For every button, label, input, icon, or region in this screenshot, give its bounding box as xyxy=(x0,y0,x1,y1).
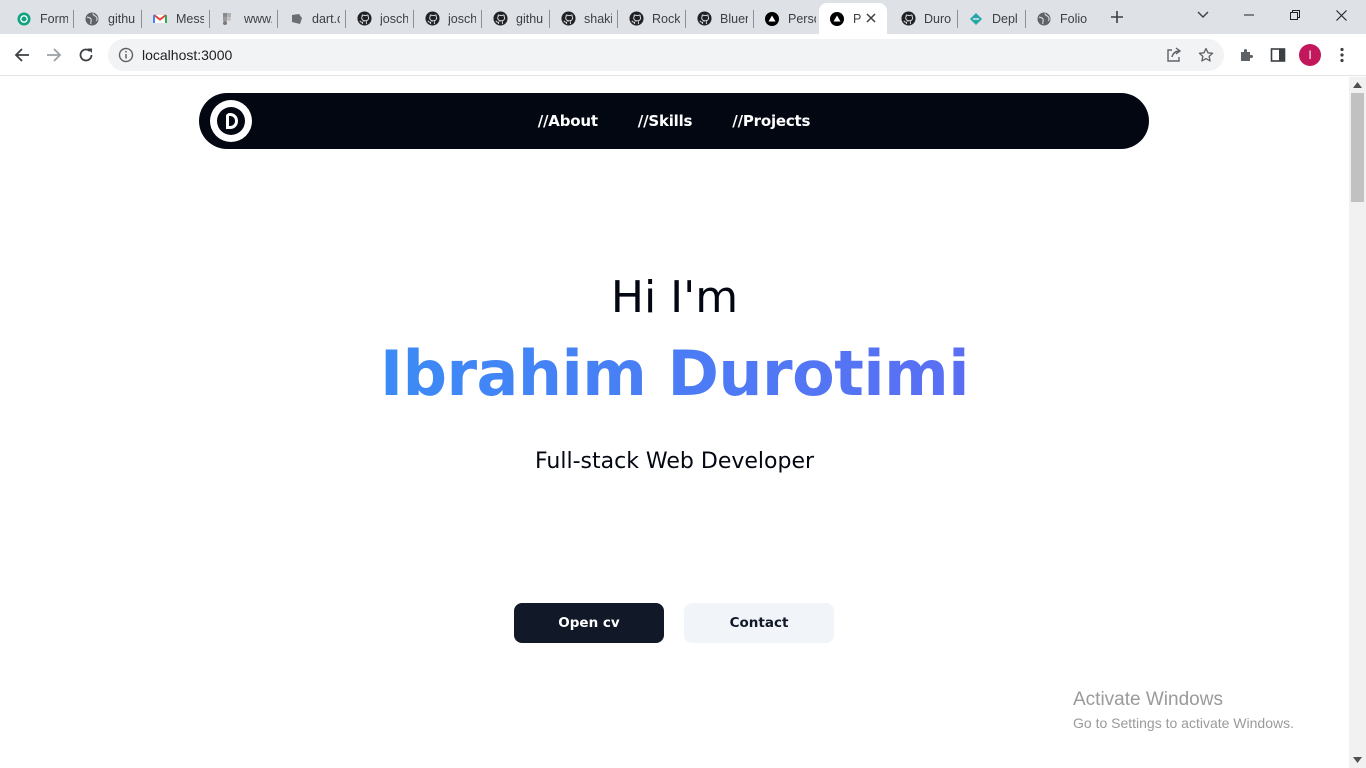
chevron-down-icon xyxy=(1197,11,1209,18)
openai-icon xyxy=(16,11,32,27)
browser-tab[interactable]: Rock xyxy=(618,3,680,34)
github-icon xyxy=(492,11,508,27)
hero-greeting: Hi I'm xyxy=(610,272,739,323)
tab-title: josch xyxy=(380,11,408,26)
side-panel-icon xyxy=(1270,48,1286,62)
tab-title: githu xyxy=(516,11,544,26)
browser-tab[interactable]: githu xyxy=(74,3,136,34)
address-text[interactable]: localhost:3000 xyxy=(142,47,232,63)
browser-tab[interactable]: www. xyxy=(210,3,272,34)
tab-close-icon[interactable] xyxy=(863,10,879,26)
figma-icon xyxy=(220,11,236,27)
page-viewport: //About //Skills //Projects Hi I'm Ibrah… xyxy=(0,77,1349,768)
tab-title: Rock xyxy=(652,11,680,26)
open-cv-button[interactable]: Open cv xyxy=(514,603,664,643)
netlify-icon xyxy=(968,11,984,27)
hero-name: Ibrahim Durotimi xyxy=(0,337,1349,410)
plus-icon xyxy=(1111,11,1123,23)
puzzle-icon xyxy=(1241,49,1253,61)
tab-title: githu xyxy=(108,11,136,26)
forward-button[interactable] xyxy=(40,41,68,69)
bookmark-star-icon[interactable] xyxy=(1196,45,1216,65)
tab-title: dart.c xyxy=(312,11,340,26)
tab-strip: Form githu Mess www. dart.c josch josch githu sh… xyxy=(0,0,1366,34)
scroll-down-arrow-icon[interactable] xyxy=(1353,756,1362,764)
browser-tab[interactable]: shaki xyxy=(550,3,612,34)
hero-name-text: Ibrahim Durotimi xyxy=(380,337,969,410)
browser-tab[interactable]: githu xyxy=(482,3,544,34)
arrow-right-icon xyxy=(47,48,62,62)
nav-link-skills[interactable]: //Skills xyxy=(638,112,693,130)
vercel-icon xyxy=(764,11,780,27)
tab-title: shaki xyxy=(584,11,612,26)
tab-title: josch xyxy=(448,11,476,26)
dart-icon xyxy=(288,11,304,27)
minimize-button[interactable] xyxy=(1226,0,1272,30)
browser-tab[interactable]: josch xyxy=(414,3,476,34)
close-window-button[interactable] xyxy=(1318,0,1364,30)
nav-link-projects[interactable]: //Projects xyxy=(732,112,810,130)
kebab-menu-icon xyxy=(1340,47,1344,63)
reload-icon xyxy=(79,48,93,62)
tab-title: www. xyxy=(244,11,272,26)
browser-tab[interactable]: Bluer xyxy=(686,3,748,34)
tab-title: Perso xyxy=(788,11,816,26)
page-scrollbar[interactable] xyxy=(1349,77,1366,768)
tab-title: Form xyxy=(40,11,68,26)
back-button[interactable] xyxy=(8,41,36,69)
globe-icon xyxy=(1036,11,1052,27)
site-info-icon[interactable] xyxy=(118,47,134,63)
browser-tab-active[interactable]: P xyxy=(819,3,887,34)
vercel-icon xyxy=(829,11,845,27)
tab-title: Mess xyxy=(176,11,204,26)
github-icon xyxy=(696,11,712,27)
side-panel-button[interactable] xyxy=(1264,41,1292,69)
browser-tab[interactable]: Perso xyxy=(754,3,816,34)
reload-button[interactable] xyxy=(72,41,100,69)
contact-button[interactable]: Contact xyxy=(684,603,834,643)
restore-icon xyxy=(1290,10,1300,20)
tab-title: Depl xyxy=(992,11,1018,26)
activation-title: Activate Windows xyxy=(1073,689,1223,710)
new-tab-button[interactable] xyxy=(1106,6,1128,28)
minimize-icon xyxy=(1244,14,1254,16)
browser-tab[interactable]: Folio xyxy=(1026,3,1088,34)
close-icon xyxy=(1335,9,1347,21)
browser-toolbar: localhost:3000 I xyxy=(0,34,1366,76)
github-icon xyxy=(900,11,916,27)
gmail-icon xyxy=(152,11,168,27)
share-icon[interactable] xyxy=(1164,45,1184,65)
globe-icon xyxy=(84,11,100,27)
browser-tab[interactable]: Mess xyxy=(142,3,204,34)
tab-search-button[interactable] xyxy=(1180,0,1226,30)
browser-tab[interactable]: josch xyxy=(346,3,408,34)
browser-tab[interactable]: dart.c xyxy=(278,3,340,34)
github-icon xyxy=(560,11,576,27)
browser-tab[interactable]: Depl xyxy=(958,3,1020,34)
menu-button[interactable] xyxy=(1328,41,1356,69)
extensions-button[interactable] xyxy=(1232,41,1260,69)
profile-avatar[interactable]: I xyxy=(1299,44,1321,66)
browser-tab[interactable]: Duro xyxy=(890,3,952,34)
restore-button[interactable] xyxy=(1272,0,1318,30)
github-icon xyxy=(424,11,440,27)
github-icon xyxy=(628,11,644,27)
github-icon xyxy=(356,11,372,27)
tab-title: Duro xyxy=(924,11,952,26)
windows-activation-watermark: Activate Windows Go to Settings to activ… xyxy=(1073,689,1294,733)
site-navbar: //About //Skills //Projects xyxy=(199,93,1149,149)
tab-title: Bluer xyxy=(720,11,748,26)
scrollbar-thumb[interactable] xyxy=(1351,93,1364,202)
browser-tab[interactable]: Form xyxy=(6,3,68,34)
nav-link-about[interactable]: //About xyxy=(538,112,598,130)
scroll-up-arrow-icon[interactable] xyxy=(1353,81,1362,89)
hero-role: Full-stack Web Developer xyxy=(534,449,815,474)
nav-links: //About //Skills //Projects xyxy=(199,93,1149,149)
arrow-left-icon xyxy=(14,48,29,62)
tab-title: P xyxy=(853,11,862,26)
tab-title: Folio xyxy=(1060,11,1088,26)
address-bar[interactable]: localhost:3000 xyxy=(108,39,1224,71)
activation-subtitle: Go to Settings to activate Windows. xyxy=(1073,715,1294,731)
